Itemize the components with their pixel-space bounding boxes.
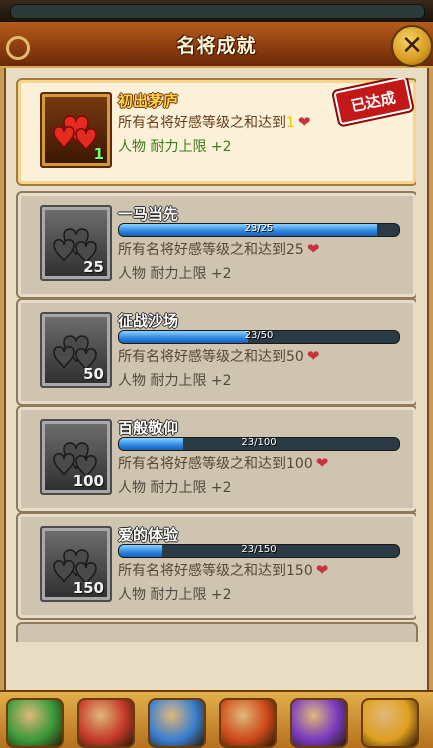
heart-icon: ❤ xyxy=(315,454,329,472)
achievement-badge: 1 xyxy=(40,92,112,168)
badge-number: 50 xyxy=(83,365,104,383)
nav-palace-icon[interactable] xyxy=(6,698,64,748)
next-card-peek xyxy=(16,622,418,642)
top-status-bar-inner xyxy=(10,4,425,19)
progress-bar: 23/50 xyxy=(118,330,400,344)
progress-text: 23/50 xyxy=(244,330,274,341)
achievement-condition: 所有名将好感等级之和达到1 ❤ xyxy=(118,112,311,132)
achievement-card: 1 初出茅庐 所有名将好感等级之和达到1 ❤ 人物 耐力上限 +2 已达成 xyxy=(16,78,416,186)
badge-number: 25 xyxy=(83,258,104,276)
achievement-card: 50 征战沙场 23/50 所有名将好感等级之和达到50 ❤ 人物 耐力上限 +2 xyxy=(16,298,416,406)
condition-text: 所有名将好感等级之和达到 xyxy=(118,242,286,258)
heart-icon: ❤ xyxy=(306,240,320,258)
condition-number: 50 xyxy=(286,349,304,365)
achievement-card: 100 百般敬仰 23/100 所有名将好感等级之和达到100 ❤ 人物 耐力上限… xyxy=(16,405,416,513)
achievement-list[interactable]: 1 初出茅庐 所有名将好感等级之和达到1 ❤ 人物 耐力上限 +2 已达成 25 … xyxy=(16,78,416,638)
nav-treasure-chest-icon[interactable] xyxy=(361,698,419,748)
condition-text: 所有名将好感等级之和达到 xyxy=(118,456,286,472)
nav-gems-icon[interactable] xyxy=(290,698,348,748)
achievement-reward: 人物 耐力上限 +2 xyxy=(118,480,232,496)
heart-icon: ❤ xyxy=(297,113,311,131)
condition-text: 所有名将好感等级之和达到 xyxy=(118,115,286,131)
achievement-condition: 所有名将好感等级之和达到100 ❤ xyxy=(118,453,328,473)
condition-text: 所有名将好感等级之和达到 xyxy=(118,349,286,365)
achievement-reward: 人物 耐力上限 +2 xyxy=(118,373,232,389)
achievement-badge: 50 xyxy=(40,312,112,388)
achievement-condition: 所有名将好感等级之和达到50 ❤ xyxy=(118,346,319,366)
badge-number: 1 xyxy=(93,145,104,163)
progress-text: 23/100 xyxy=(241,437,277,448)
top-status-bar xyxy=(0,0,433,22)
close-icon: ✕ xyxy=(401,31,423,61)
achievement-badge: 100 xyxy=(40,419,112,495)
achieved-stamp: 已达成 xyxy=(333,78,413,126)
achievement-reward: 人物 耐力上限 +2 xyxy=(118,266,232,282)
close-button[interactable]: ✕ xyxy=(391,25,433,67)
achievement-condition: 所有名将好感等级之和达到25 ❤ xyxy=(118,239,319,259)
heart-icon: ❤ xyxy=(315,561,329,579)
achievement-card: 150 爱的体验 23/150 所有名将好感等级之和达到150 ❤ 人物 耐力上限… xyxy=(16,512,416,620)
achievement-badge: 150 xyxy=(40,526,112,602)
condition-number: 25 xyxy=(286,242,304,258)
achievement-reward: 人物 耐力上限 +2 xyxy=(118,139,232,155)
achievement-condition: 所有名将好感等级之和达到150 ❤ xyxy=(118,560,328,580)
achievement-badge: 25 xyxy=(40,205,112,281)
progress-bar: 23/100 xyxy=(118,437,400,451)
achievement-name: 百般敬仰 xyxy=(118,419,179,437)
nav-sword-icon[interactable] xyxy=(148,698,206,748)
badge-number: 150 xyxy=(72,579,104,597)
achievement-name: 初出茅庐 xyxy=(118,92,179,110)
progress-bar: 23/150 xyxy=(118,544,400,558)
progress-bar: 23/25 xyxy=(118,223,400,237)
achievement-card: 25 一马当先 23/25 所有名将好感等级之和达到25 ❤ 人物 耐力上限 +2 xyxy=(16,191,416,299)
achievement-name: 一马当先 xyxy=(118,205,179,223)
achievement-name: 爱的体验 xyxy=(118,526,179,544)
progress-text: 23/25 xyxy=(244,223,274,234)
achievement-name: 征战沙场 xyxy=(118,312,179,330)
condition-number: 150 xyxy=(286,563,313,579)
nav-drum-icon[interactable] xyxy=(219,698,277,748)
heart-icon: ❤ xyxy=(306,347,320,365)
page-title: 名将成就 xyxy=(176,35,257,57)
badge-number: 100 xyxy=(72,472,104,490)
nav-scroll-icon[interactable] xyxy=(77,698,135,748)
condition-number: 100 xyxy=(286,456,313,472)
progress-text: 23/150 xyxy=(241,544,277,555)
condition-text: 所有名将好感等级之和达到 xyxy=(118,563,286,579)
condition-number: 1 xyxy=(286,115,295,131)
achievement-reward: 人物 耐力上限 +2 xyxy=(118,587,232,603)
